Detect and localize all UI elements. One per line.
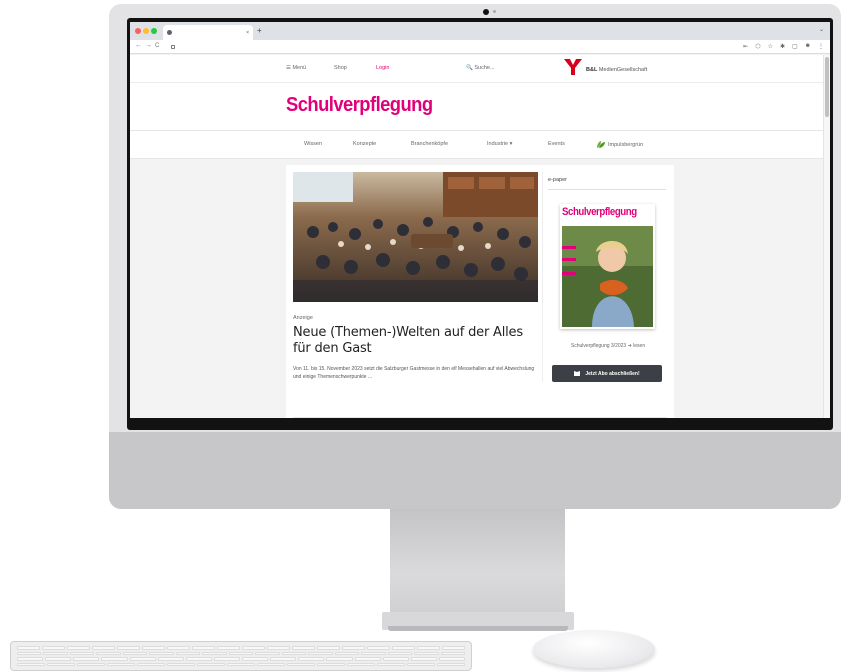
epaper-read-link[interactable]: Schulverpflegung 3/2023 ➜ lesen xyxy=(558,343,658,349)
fullscreen-window-button[interactable] xyxy=(151,28,157,34)
nav-item-branchenkoepfe[interactable]: Branchenköpfe xyxy=(411,141,448,147)
minimize-window-button[interactable] xyxy=(143,28,149,34)
cover-masthead: Schulverpflegung xyxy=(562,206,637,218)
toolbar-icons: ⇤ ⬡ ☆ ✱ ▢ ☻ ⋮ xyxy=(743,43,824,50)
column-divider xyxy=(542,172,543,382)
microphone-icon xyxy=(493,10,496,13)
screen: × + ⌄ ← → C ⇤ ⬡ ☆ ✱ ▢ ☻ ⋮ ☰ Menü Shop Lo… xyxy=(130,22,830,418)
favicon-icon xyxy=(167,30,172,35)
monitor-stand-foot xyxy=(388,626,568,631)
nav-item-impulsbergruen-label: Impulsbergrün xyxy=(608,141,644,148)
scrollbar-thumb[interactable] xyxy=(825,57,829,117)
section-divider xyxy=(293,417,667,418)
shop-link[interactable]: Shop xyxy=(334,65,347,71)
web-page: ☰ Menü Shop Login 🔍 Suche... B&L MedienG… xyxy=(130,55,823,418)
puzzle-icon[interactable]: ✱ xyxy=(780,43,785,50)
main-navigation: Wissen Konzepte Branchenköpfe Industrie … xyxy=(130,131,823,159)
extension-icon[interactable]: ⬡ xyxy=(755,43,760,50)
site-logo[interactable]: Schulverpflegung xyxy=(286,94,433,117)
sidebar-divider xyxy=(548,189,666,190)
hero-image[interactable] xyxy=(293,172,538,302)
leaf-icon xyxy=(597,141,605,148)
back-button[interactable]: ← xyxy=(135,42,142,49)
new-tab-button[interactable]: + xyxy=(257,26,262,35)
search-link[interactable]: 🔍 Suche... xyxy=(466,65,495,71)
mouse xyxy=(533,630,655,668)
sidebar-heading: e-paper xyxy=(548,177,567,183)
epaper-cover[interactable]: Schulverpflegung xyxy=(560,204,655,329)
content-card: Anzeige Neue (Themen-)Welten auf der All… xyxy=(286,165,674,418)
nav-item-events[interactable]: Events xyxy=(548,141,565,147)
reload-button[interactable]: C xyxy=(155,43,159,49)
browser-toolbar: ← → C ⇤ ⬡ ☆ ✱ ▢ ☻ ⋮ xyxy=(130,40,830,54)
nav-item-industrie[interactable]: Industrie ▾ xyxy=(487,141,512,147)
monitor-chin xyxy=(109,432,841,509)
publisher-name[interactable]: B&L MedienGesellschaft xyxy=(586,67,647,73)
close-tab-icon[interactable]: × xyxy=(246,30,249,36)
close-window-button[interactable] xyxy=(135,28,141,34)
bookmark-star-icon[interactable]: ☆ xyxy=(768,43,773,50)
lock-icon xyxy=(171,44,175,49)
camera-icon xyxy=(483,9,489,15)
utility-bar: ☰ Menü Shop Login 🔍 Suche... B&L MedienG… xyxy=(130,55,823,83)
forward-button[interactable]: → xyxy=(145,42,152,49)
publisher-logo-icon[interactable] xyxy=(564,59,582,75)
masthead: Schulverpflegung xyxy=(130,83,823,131)
share-icon[interactable]: ⇤ xyxy=(743,43,748,50)
article-title[interactable]: Neue (Themen-)Welten auf der Alles für d… xyxy=(293,325,543,357)
keyboard xyxy=(10,641,472,671)
article-teaser: Von 11. bis 15. November 2023 setzt die … xyxy=(293,366,535,380)
menu-link[interactable]: ☰ Menü xyxy=(286,65,306,71)
cover-photo xyxy=(562,226,653,327)
nav-item-wissen[interactable]: Wissen xyxy=(304,141,322,147)
article-kicker: Anzeige xyxy=(293,315,313,321)
nav-item-konzepte[interactable]: Konzepte xyxy=(353,141,376,147)
browser-tab-bar: × + ⌄ xyxy=(130,22,830,40)
profile-icon[interactable]: ☻ xyxy=(805,43,811,50)
nav-item-impulsbergruen[interactable]: Impulsbergrün xyxy=(597,141,643,148)
more-menu-icon[interactable]: ⋮ xyxy=(818,43,824,50)
login-link[interactable]: Login xyxy=(376,65,389,71)
subscribe-button[interactable]: Jetzt Abo abschließen! xyxy=(552,365,662,382)
event-photo xyxy=(293,172,538,302)
address-bar[interactable] xyxy=(165,42,725,52)
sidebar-icon[interactable]: ▢ xyxy=(792,43,798,50)
monitor-stand xyxy=(390,509,565,617)
page-scrollbar[interactable] xyxy=(823,55,830,418)
book-icon xyxy=(574,371,581,376)
tab-search-icon[interactable]: ⌄ xyxy=(819,26,824,33)
subscribe-button-label: Jetzt Abo abschließen! xyxy=(585,370,640,377)
browser-tab[interactable]: × xyxy=(163,25,253,40)
